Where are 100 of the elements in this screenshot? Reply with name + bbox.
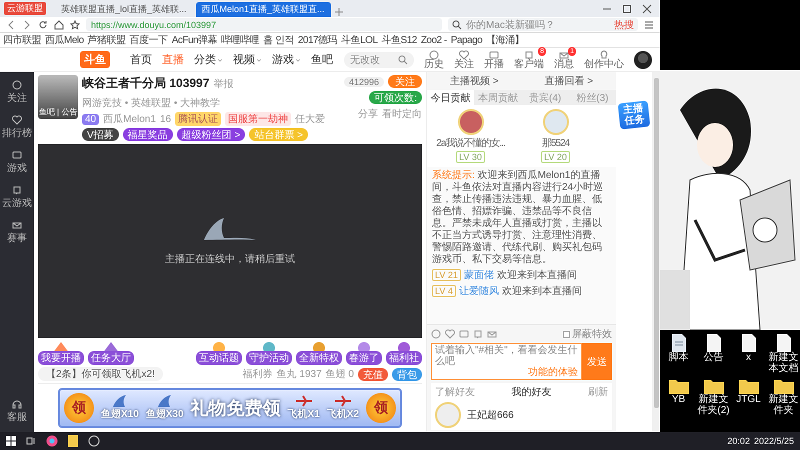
app-icon[interactable] — [88, 435, 100, 447]
header-tool-link[interactable]: 关注 — [454, 50, 474, 70]
search-field[interactable]: 你的Mac装新疆吗？ 热搜 — [448, 18, 638, 31]
browser-logo-button[interactable]: 云游联盟 — [4, 2, 46, 15]
tool-icon — [559, 50, 569, 60]
scrollbar-thumb[interactable] — [654, 78, 658, 408]
menu-icon[interactable] — [644, 20, 654, 30]
nav-link[interactable]: 首页 — [130, 52, 152, 67]
sidebar-item[interactable]: 云游戏 — [2, 185, 32, 210]
room-action-button[interactable]: 福星奖品 — [122, 128, 173, 141]
bookmark[interactable]: 芦猪联盟 — [88, 33, 126, 47]
desktop-icon-label[interactable]: 脚本 — [662, 352, 695, 363]
chat-message: LV 21 蒙面佬 欢迎来到本直播间 — [432, 269, 611, 282]
nav-link[interactable]: 直播 — [162, 52, 184, 67]
shield-effects-checkbox[interactable]: 屏蔽特效 — [563, 327, 612, 341]
bookmark[interactable]: 홈 인적 — [263, 33, 294, 47]
header-tool-link[interactable]: 开播 — [484, 50, 504, 70]
fin-count: 鱼翅 0 — [326, 368, 354, 381]
browser-icon[interactable] — [46, 435, 58, 447]
sidebar-item[interactable]: 客服 — [7, 399, 27, 424]
anchor-avatar[interactable]: 鱼吧 | 公告 — [38, 75, 78, 119]
nav-link[interactable]: 视频 — [233, 52, 262, 67]
fish-ball-count: 鱼丸 1937 — [276, 368, 322, 381]
header-tool-link[interactable]: 历史 — [424, 50, 444, 70]
desktop-icon-label[interactable]: 新建文本文档 — [767, 352, 800, 374]
task-view-icon[interactable] — [26, 436, 36, 446]
desktop-icon-label[interactable]: 公告 — [697, 352, 730, 363]
bookmark[interactable]: 2017德玛 — [298, 33, 338, 47]
reward-label: 鱼翅X10 — [100, 408, 139, 421]
back-icon[interactable] — [6, 20, 16, 30]
address-bar[interactable]: https://www.douyu.com/103997 — [86, 18, 442, 31]
user-avatar[interactable] — [634, 50, 652, 68]
system-message: 系统提示: 欢迎来到西瓜Melon1的直播间，斗鱼依法对直播内容进行24小时巡查，禁止传播违法违规、暴力血腥、低俗色情、招嫖诈骗、违禁品等不良信息。严禁未成年人直播或打赏，主播以不正当方式诱导打赏、注意理性消费、警惕陌路邀请、代练代刷、购买礼包码游戏币、私下交易等信息。 — [432, 170, 604, 266]
document-icon — [706, 334, 720, 352]
bookmark[interactable]: Papago — [450, 34, 482, 46]
bookmark[interactable]: 哔哩哔哩 — [221, 33, 260, 47]
bookmark[interactable]: 四市联盟 — [3, 33, 41, 47]
bookmark[interactable]: AcFun弹幕 — [172, 33, 218, 47]
browser-tab[interactable]: 英雄联盟直播_lol直播_英雄联... — [55, 2, 193, 17]
rank-tab[interactable]: 今日贡献 — [427, 90, 474, 105]
nav-link[interactable]: 游戏 — [272, 52, 301, 67]
extra-label: 任大爱 — [295, 112, 326, 126]
plus-icon[interactable] — [334, 7, 344, 17]
tool-icon — [429, 50, 439, 60]
friend-name: 王妃超666 — [467, 408, 514, 422]
browser-tab[interactable]: 西瓜Melon1直播_英雄联盟直... — [196, 2, 331, 17]
folder-icon — [774, 378, 794, 394]
claim-button[interactable]: 可领次数: — [369, 91, 422, 104]
chat-tool-icon[interactable] — [487, 329, 497, 339]
close-icon[interactable] — [642, 4, 652, 14]
bookmark[interactable]: 百度一下 — [130, 33, 168, 47]
desktop-icon-label[interactable]: x — [732, 352, 765, 363]
site-search-field[interactable]: 无改改 — [344, 52, 414, 68]
sidebar-item[interactable]: 赛事 — [7, 220, 27, 245]
level-badge: LV 30 — [456, 151, 485, 163]
clock-time: 20:02 — [727, 436, 750, 446]
panel-link[interactable]: 直播回看 > — [544, 74, 594, 88]
headset-icon — [12, 399, 22, 409]
panel-link[interactable]: 主播视频 > — [450, 74, 499, 88]
tool-icon — [489, 50, 499, 60]
gift-banner[interactable]: 领 鱼翅X10 鱼翅X30 礼物免费领 飞机X1 飞机X2 领 — [58, 388, 402, 428]
recharge-button[interactable]: 充值 — [358, 368, 388, 380]
star-icon[interactable] — [70, 20, 80, 30]
chat-tool-icon[interactable] — [473, 329, 483, 339]
reload-icon[interactable] — [38, 20, 48, 30]
room-action-button[interactable]: 超级粉丝团 > — [176, 128, 246, 141]
task-badge[interactable]: 主播任务 — [618, 100, 650, 130]
nav-link[interactable]: 分类 — [194, 52, 223, 67]
desktop-icon-label[interactable]: 新建文件夹 — [767, 394, 800, 416]
user-name: 那5524 — [542, 137, 570, 150]
bookmark[interactable]: 斗鱼S12 — [382, 33, 417, 47]
sidebar-item[interactable]: 游戏 — [7, 150, 27, 175]
home-icon[interactable] — [54, 20, 64, 30]
nav-link[interactable]: 鱼吧 — [311, 52, 333, 67]
search-icon — [398, 54, 408, 64]
bookmark[interactable]: 斗鱼LOL — [341, 33, 378, 47]
desktop-icon-label[interactable]: JTGL — [732, 394, 765, 405]
fin-icon — [112, 395, 128, 407]
forward-icon[interactable] — [22, 20, 32, 30]
sidebar-item[interactable]: 排行榜 — [2, 115, 32, 140]
plane-icon — [334, 395, 352, 407]
sidebar-icon — [12, 150, 22, 160]
sidebar-icon — [12, 220, 22, 230]
desktop-icon-label[interactable]: YB — [662, 394, 695, 405]
header-tool-link[interactable]: 创作中心 — [584, 50, 624, 70]
bookmark[interactable]: Zoo2 - — [420, 34, 447, 46]
friend-avatar — [435, 402, 461, 428]
claim-button[interactable]: 领 — [64, 393, 94, 423]
room-action-button[interactable]: V招募 — [82, 128, 119, 141]
maximize-icon[interactable] — [622, 4, 632, 14]
reward-label: 飞机X1 — [288, 408, 320, 421]
fin-icon — [202, 216, 258, 242]
clock-date: 2022/5/25 — [754, 436, 794, 446]
sidebar-item[interactable]: 关注 — [7, 80, 27, 105]
bookmark[interactable]: 【海涌】 — [486, 33, 524, 47]
windows-icon[interactable] — [6, 436, 16, 446]
chat-input[interactable]: 试着输入"#相关"，看看会发生什么吧 功能的体验 — [431, 343, 582, 380]
bookmark[interactable]: 西瓜Melo — [45, 33, 84, 47]
desktop-icon-label[interactable]: 新建文件夹(2) — [697, 394, 730, 416]
claim-button[interactable]: 领 — [366, 393, 396, 423]
